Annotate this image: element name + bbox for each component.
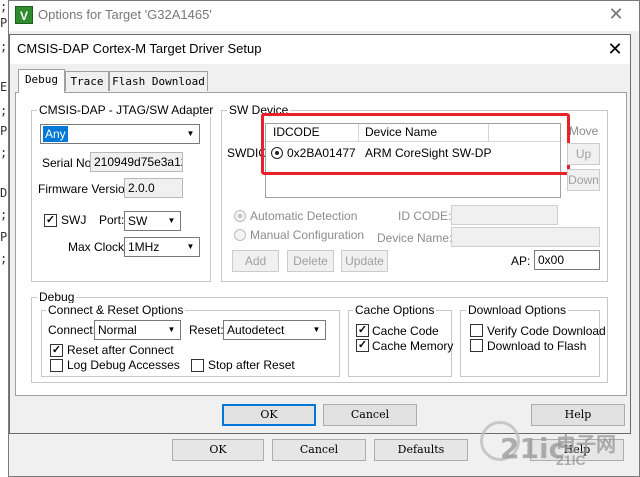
keil-app-icon: V — [15, 6, 33, 24]
device-name-label: Device Name: — [377, 231, 453, 245]
debug-group-label: Debug — [37, 290, 77, 304]
reset-after-connect-checkbox[interactable]: ✓ — [50, 344, 63, 357]
log-debug-checkbox[interactable] — [50, 359, 63, 372]
chevron-down-icon: ▼ — [167, 325, 176, 334]
tab-debug[interactable]: Debug — [18, 69, 65, 93]
move-down-button[interactable]: Down — [567, 169, 600, 191]
device-name-field[interactable] — [451, 227, 600, 247]
gutter-char: P — [0, 16, 8, 30]
gutter-char: P — [0, 230, 8, 244]
swj-checkbox[interactable]: ✓ — [44, 214, 57, 227]
connect-reset-label: Connect & Reset Options — [46, 303, 186, 317]
tab-trace[interactable]: Trace — [65, 71, 109, 91]
add-button[interactable]: Add — [232, 250, 279, 272]
tab-flash-download[interactable]: Flash Download — [109, 71, 208, 91]
chevron-down-icon: ▼ — [186, 129, 195, 138]
port-value: SW — [128, 214, 148, 228]
dialog-title: CMSIS-DAP Cortex-M Target Driver Setup — [17, 41, 262, 56]
verify-download-checkbox[interactable] — [470, 324, 483, 337]
download-flash-label: Download to Flash — [487, 339, 587, 353]
chevron-down-icon: ▼ — [186, 242, 195, 251]
move-up-button[interactable]: Up — [567, 143, 600, 165]
stop-after-reset-label: Stop after Reset — [208, 358, 295, 372]
cache-memory-label: Cache Memory — [372, 339, 454, 353]
id-code-field[interactable] — [451, 205, 558, 225]
reset-after-connect-label: Reset after Connect — [67, 343, 174, 357]
connect-value: Normal — [98, 323, 137, 337]
gutter-char: ; — [0, 104, 8, 118]
gutter-char: P — [0, 124, 8, 138]
gutter-char: ; — [0, 0, 8, 14]
gutter-char: ; — [0, 40, 8, 54]
move-label: Move — [569, 124, 599, 138]
auto-detect-label: Automatic Detection — [250, 209, 358, 223]
gutter-char: E — [0, 80, 8, 94]
swj-label: SWJ — [61, 213, 87, 227]
update-button[interactable]: Update — [341, 250, 388, 272]
connect-select[interactable]: Normal ▼ — [94, 320, 181, 340]
outer-cancel-button[interactable]: Cancel — [272, 439, 366, 461]
firmware-label: Firmware Version: — [38, 182, 135, 196]
port-label: Port: — [99, 213, 125, 227]
reset-select[interactable]: Autodetect ▼ — [223, 320, 326, 340]
gutter-char: D — [0, 186, 8, 200]
serial-field[interactable]: 210949d75e3a12f — [90, 152, 183, 172]
manual-config-label: Manual Configuration — [250, 228, 365, 242]
manual-config-radio[interactable] — [234, 229, 246, 241]
connect-label: Connect: — [48, 323, 97, 337]
serial-label: Serial No: — [42, 156, 95, 170]
auto-detect-radio[interactable] — [234, 210, 246, 222]
dialog-cancel-button[interactable]: Cancel — [323, 404, 417, 426]
delete-button[interactable]: Delete — [287, 250, 334, 272]
cache-code-label: Cache Code — [372, 324, 439, 338]
adapter-select[interactable]: Any ▼ — [40, 124, 200, 144]
reset-value: Autodetect — [227, 323, 285, 337]
cache-memory-checkbox[interactable]: ✓ — [356, 339, 369, 352]
outer-window-title: Options for Target 'G32A1465' — [38, 7, 212, 22]
outer-ok-button[interactable]: OK — [172, 439, 264, 461]
verify-download-label: Verify Code Download — [487, 324, 606, 338]
watermark-sub: 21IC — [556, 452, 586, 468]
reset-label: Reset: — [189, 323, 224, 337]
dialog-help-button[interactable]: Help — [531, 404, 625, 426]
log-debug-label: Log Debug Accesses — [67, 358, 180, 372]
dialog-ok-button[interactable]: OK — [222, 404, 316, 426]
chevron-down-icon: ▼ — [312, 325, 321, 334]
port-select[interactable]: SW ▼ — [124, 211, 181, 231]
outer-defaults-button[interactable]: Defaults — [374, 439, 468, 461]
gutter-char: ; — [0, 208, 8, 222]
adapter-selected-value: Any — [43, 126, 68, 142]
gutter-char: ; — [0, 146, 8, 160]
cache-options-label: Cache Options — [353, 303, 437, 317]
download-options-label: Download Options — [466, 303, 569, 317]
ap-field[interactable]: 0x00 — [534, 250, 600, 270]
id-code-label: ID CODE: — [398, 209, 452, 223]
chevron-down-icon: ▼ — [167, 216, 176, 225]
download-flash-checkbox[interactable] — [470, 339, 483, 352]
outer-close-icon[interactable]: ✕ — [603, 2, 629, 26]
dialog-close-icon[interactable]: ✕ — [602, 37, 628, 61]
firmware-field[interactable]: 2.0.0 — [124, 178, 183, 198]
stop-after-reset-checkbox[interactable] — [191, 359, 204, 372]
cache-code-checkbox[interactable]: ✓ — [356, 324, 369, 337]
max-clock-value: 1MHz — [128, 240, 160, 254]
adapter-group-label: CMSIS-DAP - JTAG/SW Adapter — [37, 103, 216, 117]
max-clock-label: Max Clock: — [68, 240, 128, 254]
ap-label: AP: — [511, 254, 531, 268]
max-clock-select[interactable]: 1MHz ▼ — [124, 237, 200, 257]
gutter-char: ; — [0, 252, 8, 266]
highlight-annotation — [261, 113, 570, 175]
